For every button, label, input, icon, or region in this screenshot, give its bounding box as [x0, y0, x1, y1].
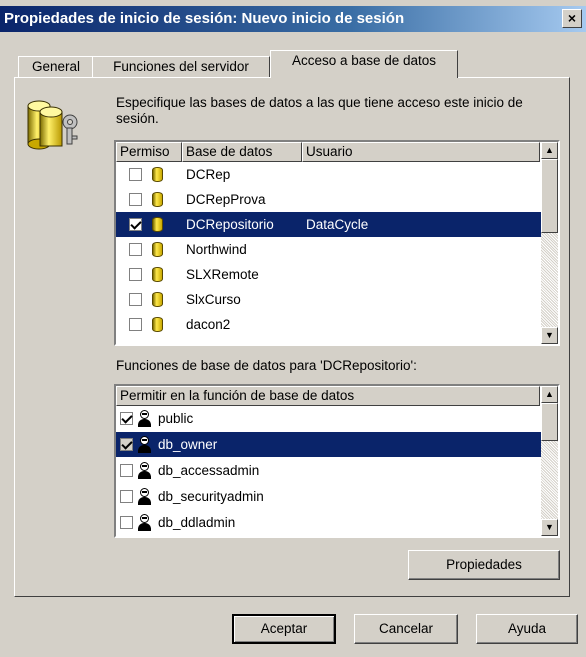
window-title: Propiedades de inicio de sesión: Nuevo i…	[4, 10, 405, 27]
tab-general[interactable]: General	[18, 56, 94, 78]
cancel-button[interactable]: Cancelar	[354, 614, 458, 644]
ok-button[interactable]: Aceptar	[232, 614, 336, 644]
tab-panel	[14, 77, 570, 597]
login-properties-dialog: Propiedades de inicio de sesión: Nuevo i…	[0, 0, 586, 657]
title-bar[interactable]: Propiedades de inicio de sesión: Nuevo i…	[0, 6, 586, 32]
help-button[interactable]: Ayuda	[476, 614, 578, 644]
tab-database-access-label: Acceso a base de datos	[291, 53, 437, 68]
close-button[interactable]: ×	[562, 9, 582, 28]
tab-server-roles[interactable]: Funciones del servidor	[92, 56, 270, 78]
active-tab-join	[272, 76, 456, 79]
tab-general-label: General	[31, 59, 81, 74]
tab-server-roles-label: Funciones del servidor	[113, 59, 249, 74]
close-icon: ×	[567, 10, 577, 26]
tab-database-access[interactable]: Acceso a base de datos	[270, 50, 458, 78]
